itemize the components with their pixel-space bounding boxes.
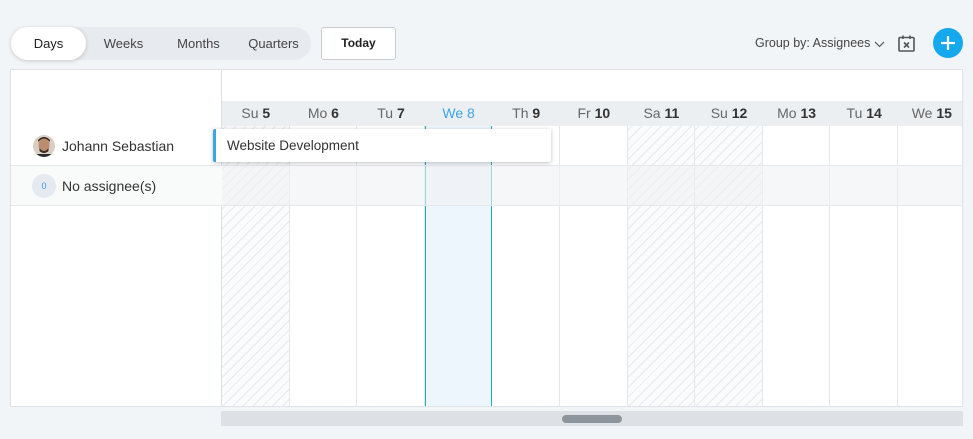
view-tab-quarters[interactable]: Quarters (236, 27, 311, 60)
day-of-week: Fr (577, 105, 591, 121)
day-header: Fr 10 (560, 101, 628, 126)
timeline-row[interactable] (222, 166, 962, 206)
scheduler-grid: Johann Sebastian 0 No assignee(s) Su 5 Mo… (10, 69, 963, 407)
day-of-week: Tu (377, 105, 394, 121)
timeline: Su 5 Mo 6 Tu 7 We 8 Th 9 Fr 10 Sa 11 Su 12 Mo 13… (222, 70, 962, 406)
day-of-week: Mo (777, 105, 797, 121)
resource-name: No assignee(s) (62, 178, 157, 194)
day-number: 5 (262, 105, 271, 121)
day-of-week: Su (710, 105, 728, 121)
resource-column: Johann Sebastian 0 No assignee(s) (11, 70, 222, 406)
day-header: We 8 (424, 101, 493, 126)
today-button[interactable]: Today (321, 27, 396, 60)
day-number: 10 (594, 105, 611, 121)
resource-row-unassigned[interactable]: 0 No assignee(s) (11, 166, 222, 206)
day-number: 15 (936, 105, 952, 121)
chevron-down-icon (874, 35, 885, 53)
day-header: Mo 6 (289, 101, 358, 126)
day-number: 9 (532, 105, 541, 121)
day-header: Tu 7 (357, 101, 425, 126)
day-of-week: We (442, 105, 464, 121)
day-header: Su 5 (222, 101, 290, 126)
day-of-week: We (911, 105, 933, 121)
assignee-count-badge: 0 (32, 174, 56, 198)
avatar (33, 135, 55, 157)
view-tab-months[interactable]: Months (161, 27, 236, 60)
day-header: Mo 13 (762, 101, 831, 126)
resource-name: Johann Sebastian (62, 138, 175, 154)
day-header: Su 12 (695, 101, 763, 126)
day-of-week: Tu (846, 105, 863, 121)
day-of-week: Mo (307, 105, 328, 121)
resource-row-johann[interactable]: Johann Sebastian (11, 126, 222, 166)
task-bar[interactable]: Website Development (213, 129, 551, 162)
day-header: Tu 14 (830, 101, 898, 126)
day-number: 11 (664, 105, 680, 121)
day-number: 13 (800, 105, 817, 121)
scrollbar-thumb[interactable] (562, 415, 622, 423)
day-of-week: Sa (643, 105, 661, 121)
view-switcher: Days Weeks Months Quarters (11, 27, 311, 60)
day-of-week: Th (512, 105, 529, 121)
add-button[interactable] (933, 28, 963, 58)
day-header: Th 9 (492, 101, 560, 126)
day-header: Sa 11 (627, 101, 696, 126)
day-of-week: Su (241, 105, 259, 121)
task-title: Website Development (227, 138, 359, 153)
day-header: We 15 (898, 101, 962, 126)
day-number: 14 (866, 105, 882, 121)
group-by-dropdown[interactable]: Group by: Assignees (755, 34, 885, 52)
calendar-close-button[interactable] (897, 34, 916, 53)
group-by-label: Group by: Assignees (755, 36, 871, 50)
day-number: 12 (731, 105, 748, 121)
horizontal-scrollbar[interactable] (221, 411, 963, 426)
day-number: 6 (331, 105, 339, 121)
day-number: 8 (467, 105, 475, 121)
view-tab-days[interactable]: Days (11, 27, 86, 60)
calendar-close-icon (898, 35, 915, 52)
plus-icon (941, 36, 955, 50)
view-tab-weeks[interactable]: Weeks (86, 27, 161, 60)
day-number: 7 (396, 105, 405, 121)
